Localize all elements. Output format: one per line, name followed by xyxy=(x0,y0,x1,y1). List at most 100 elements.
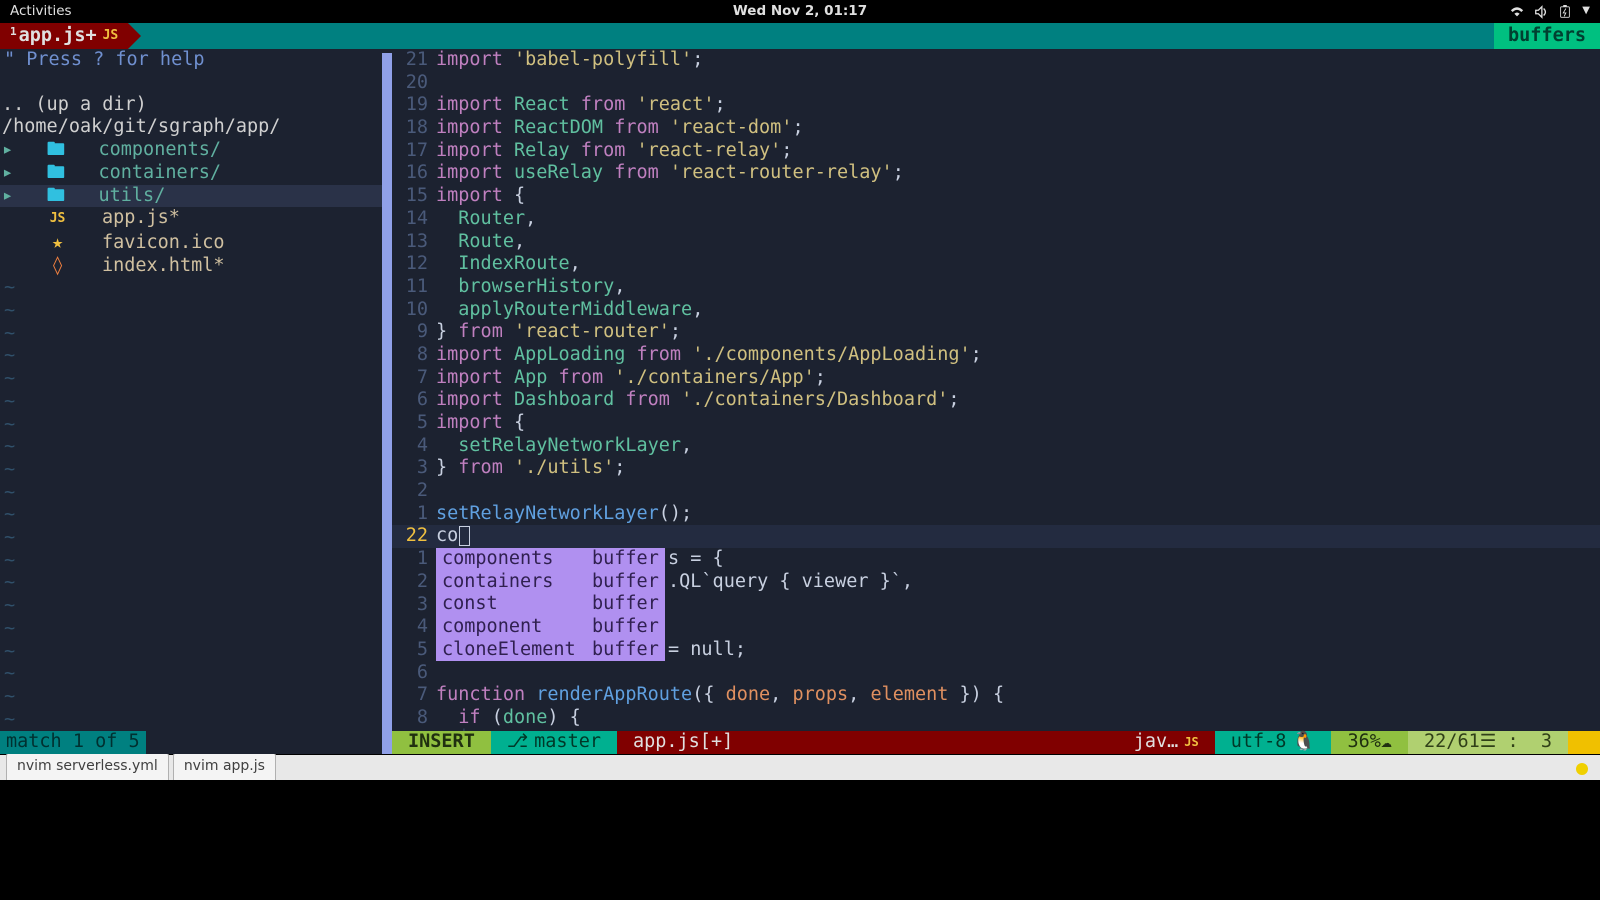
folder-utils[interactable]: ▸ 🖿 utils/ xyxy=(0,185,382,208)
code-line[interactable]: 9} from 'react-router'; xyxy=(392,321,1600,344)
empty-line-marker: ~ xyxy=(0,709,382,732)
code-line[interactable]: 17import Relay from 'react-relay'; xyxy=(392,140,1600,163)
vim-tabline: 1 app.js+ JS buffers xyxy=(0,23,1600,49)
unix-icon: 🐧 xyxy=(1292,731,1315,754)
code-content xyxy=(436,480,1600,503)
code-line[interactable]: 21import 'babel-polyfill'; xyxy=(392,49,1600,72)
code-line[interactable]: 13 Route, xyxy=(392,231,1600,254)
code-content: import React from 'react'; xyxy=(436,94,1600,117)
chevron-down-icon[interactable]: ▼ xyxy=(1582,0,1590,23)
file-index-html-[interactable]: ◊ index.html* xyxy=(0,255,382,278)
folder-containers[interactable]: ▸ 🖿 containers/ xyxy=(0,162,382,185)
line-number: 16 xyxy=(392,162,436,185)
terminal-tab[interactable]: nvim serverless.yml xyxy=(6,752,169,780)
workspace: " Press ? for help .. (up a dir) /home/o… xyxy=(0,49,1600,754)
completion-item[interactable]: containersbuffer xyxy=(436,571,665,594)
code-line[interactable]: 20 xyxy=(392,72,1600,95)
code-content: import 'babel-polyfill'; xyxy=(436,49,1600,72)
empty-line-marker: ~ xyxy=(0,618,382,641)
code-line[interactable]: 16import useRelay from 'react-router-rel… xyxy=(392,162,1600,185)
empty-line-marker: ~ xyxy=(0,323,382,346)
tab-separator xyxy=(128,23,141,49)
folder-components[interactable]: ▸ 🖿 components/ xyxy=(0,139,382,162)
code-line[interactable]: 12 IndexRoute, xyxy=(392,253,1600,276)
line-number: 10 xyxy=(392,299,436,322)
code-line[interactable]: 4 setRelayNetworkLayer, xyxy=(392,435,1600,458)
code-editor[interactable]: 21import 'babel-polyfill';2019import Rea… xyxy=(392,49,1600,754)
code-line[interactable]: 19import React from 'react'; xyxy=(392,94,1600,117)
completion-item[interactable]: componentsbuffer xyxy=(436,548,665,571)
file-app-js-[interactable]: JS app.js* xyxy=(0,207,382,232)
line-number: 22 xyxy=(392,525,436,548)
code-line[interactable]: 22co xyxy=(392,525,1600,548)
code-line[interactable]: 8import AppLoading from './components/Ap… xyxy=(392,344,1600,367)
notification-dot-icon[interactable] xyxy=(1576,763,1588,775)
code-content: import ReactDOM from 'react-dom'; xyxy=(436,117,1600,140)
up-directory[interactable]: .. (up a dir) xyxy=(0,94,382,117)
code-line[interactable]: 7import App from './containers/App'; xyxy=(392,367,1600,390)
split-border[interactable] xyxy=(382,49,392,754)
code-content: Router, xyxy=(436,208,1600,231)
help-hint: " Press ? for help xyxy=(0,49,382,72)
code-line[interactable]: 15import { xyxy=(392,185,1600,208)
line-number: 7 xyxy=(392,367,436,390)
code-line[interactable]: 8 if (done) { xyxy=(392,707,1600,730)
empty-line-marker: ~ xyxy=(0,686,382,709)
code-line[interactable]: 11 browserHistory, xyxy=(392,276,1600,299)
empty-line-marker: ~ xyxy=(0,504,382,527)
line-number: 7 xyxy=(392,684,436,707)
code-line[interactable]: 1setRelayNetworkLayer(); xyxy=(392,503,1600,526)
code-content: IndexRoute, xyxy=(436,253,1600,276)
buffers-button[interactable]: buffers xyxy=(1494,23,1600,49)
code-line[interactable]: 14 Router, xyxy=(392,208,1600,231)
code-content: import App from './containers/App'; xyxy=(436,367,1600,390)
empty-line-marker: ~ xyxy=(0,345,382,368)
empty-line-marker: ~ xyxy=(0,414,382,437)
terminal-tabbar: nvim serverless.ymlnvim app.js xyxy=(0,754,1600,780)
mode-indicator: INSERT xyxy=(392,731,491,754)
empty-line-marker: ~ xyxy=(0,641,382,664)
code-content: setRelayNetworkLayer, xyxy=(436,435,1600,458)
line-number: 3 xyxy=(392,594,436,617)
code-line[interactable]: 7function renderAppRoute({ done, props, … xyxy=(392,684,1600,707)
line-number: 2 xyxy=(392,571,436,594)
volume-icon[interactable] xyxy=(1534,4,1548,18)
code-content: browserHistory, xyxy=(436,276,1600,299)
wifi-icon[interactable] xyxy=(1510,4,1524,18)
code-content: } from './utils'; xyxy=(436,457,1600,480)
line-number: 1 xyxy=(392,548,436,571)
code-content: import AppLoading from './components/App… xyxy=(436,344,1600,367)
clock[interactable]: Wed Nov 2, 01:17 xyxy=(733,0,867,23)
code-line[interactable]: 2 xyxy=(392,480,1600,503)
completion-item[interactable]: componentbuffer xyxy=(436,616,665,639)
completion-popup[interactable]: componentsbuffercontainersbufferconstbuf… xyxy=(436,548,665,661)
code-content: import Dashboard from './containers/Dash… xyxy=(436,389,1600,412)
tab-index: 1 xyxy=(10,21,17,44)
code-line[interactable]: 3} from './utils'; xyxy=(392,457,1600,480)
code-line[interactable]: 6import Dashboard from './containers/Das… xyxy=(392,389,1600,412)
completion-item[interactable]: cloneElementbuffer xyxy=(436,639,665,662)
code-line[interactable]: 18import ReactDOM from 'react-dom'; xyxy=(392,117,1600,140)
js-icon: JS xyxy=(103,25,119,48)
js-icon: JS xyxy=(1184,731,1198,754)
line-number: 2 xyxy=(392,480,436,503)
code-line[interactable]: 10 applyRouterMiddleware, xyxy=(392,299,1600,322)
code-content: import Relay from 'react-relay'; xyxy=(436,140,1600,163)
file-explorer: " Press ? for help .. (up a dir) /home/o… xyxy=(0,49,382,754)
filename: app.js[+] xyxy=(617,731,749,754)
file-favicon-ico[interactable]: ★ favicon.ico xyxy=(0,232,382,255)
code-line[interactable]: 5import { xyxy=(392,412,1600,435)
line-number: 3 xyxy=(392,457,436,480)
tab-app-js[interactable]: 1 app.js+ JS xyxy=(0,23,128,49)
line-number: 5 xyxy=(392,412,436,435)
activities-button[interactable]: Activities xyxy=(10,0,72,23)
code-line[interactable]: 6 xyxy=(392,662,1600,685)
line-number: 13 xyxy=(392,231,436,254)
completion-item[interactable]: constbuffer xyxy=(436,593,665,616)
cursor-position: 22/61☰ : 3 xyxy=(1408,731,1568,754)
terminal-tab[interactable]: nvim app.js xyxy=(173,752,276,780)
branch-icon: ⎇ xyxy=(507,731,528,754)
battery-icon[interactable] xyxy=(1558,4,1572,18)
line-number: 8 xyxy=(392,344,436,367)
text-cursor xyxy=(459,526,470,546)
